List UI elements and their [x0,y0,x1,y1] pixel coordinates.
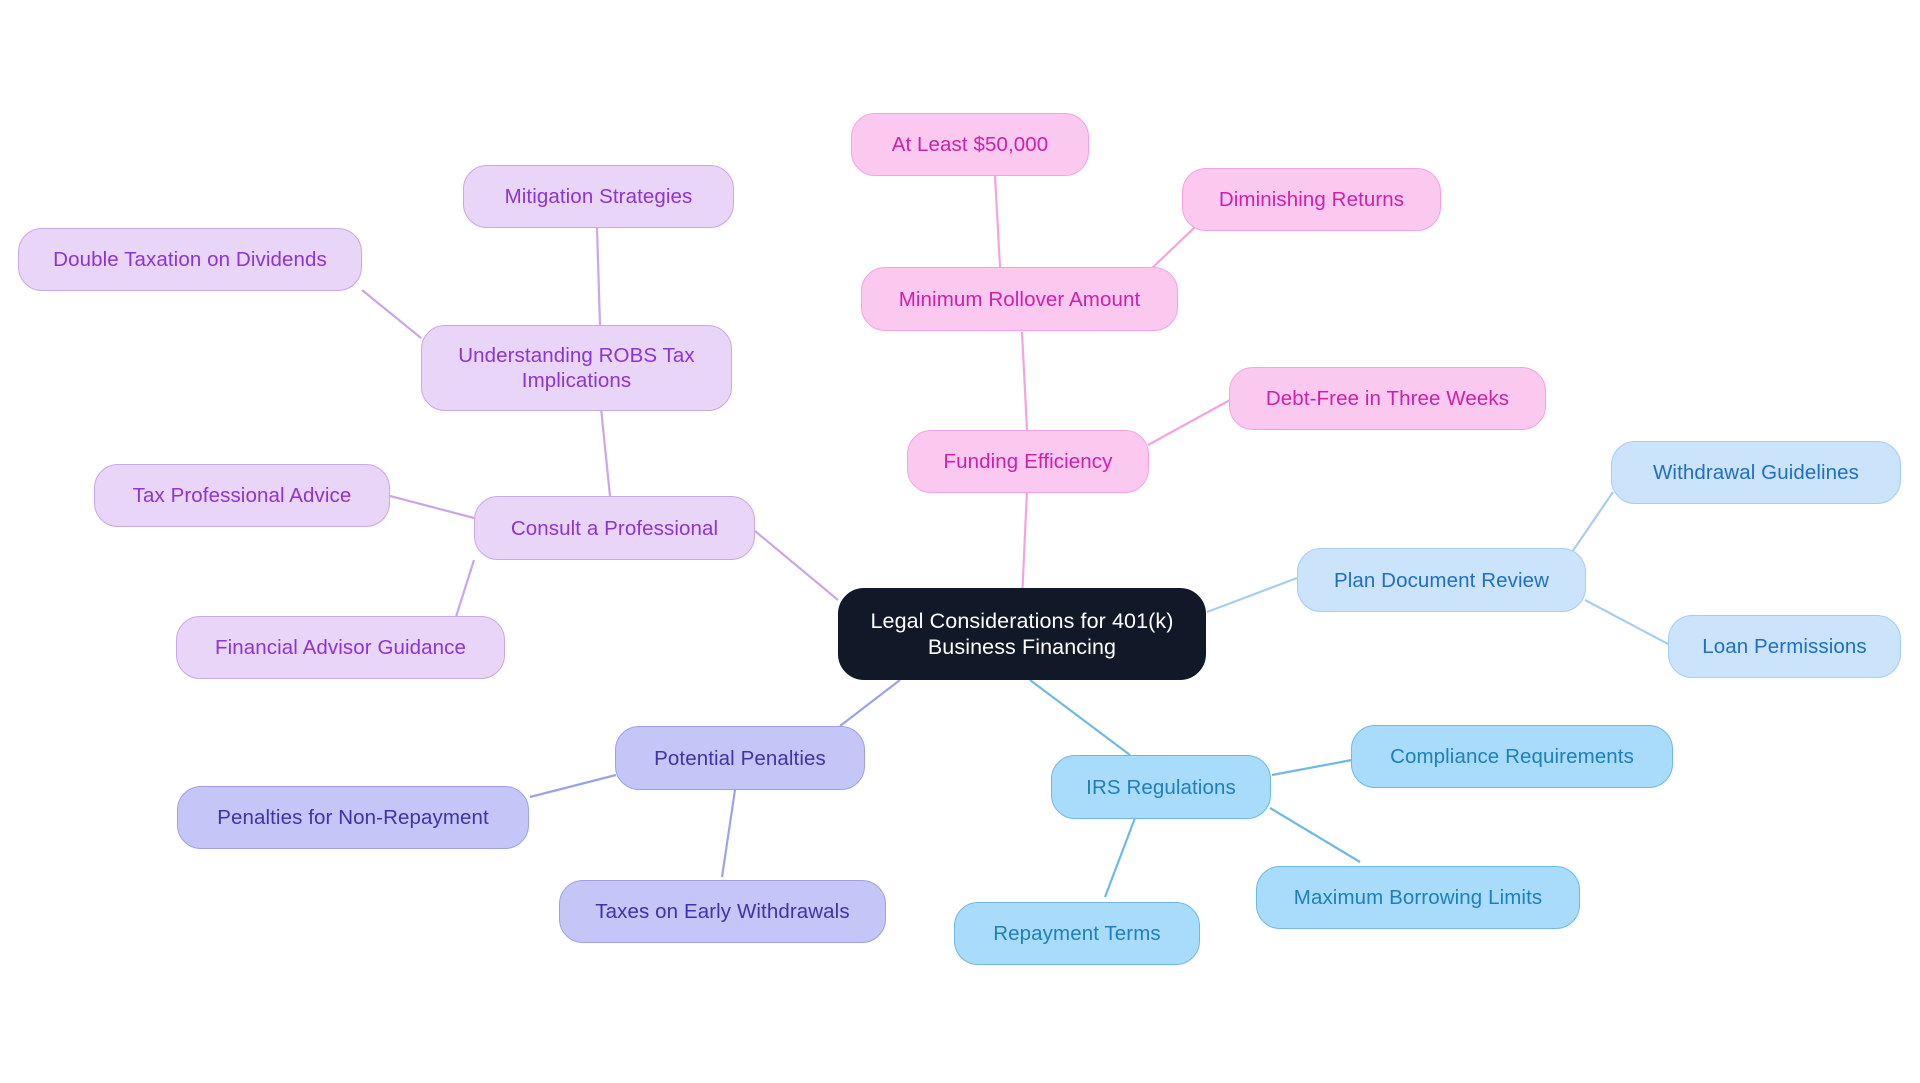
node-financial-advisor-guidance[interactable]: Financial Advisor Guidance [176,616,505,679]
node-mitigation-strategies[interactable]: Mitigation Strategies [463,165,734,228]
node-irs-regulations[interactable]: IRS Regulations [1051,755,1271,819]
node-double-taxation-on-dividends[interactable]: Double Taxation on Dividends [18,228,362,291]
node-at-least-50000[interactable]: At Least $50,000 [851,113,1089,176]
root-node[interactable]: Legal Considerations for 401(k) Business… [838,588,1206,680]
node-taxes-on-early-withdrawals[interactable]: Taxes on Early Withdrawals [559,880,886,943]
node-diminishing-returns[interactable]: Diminishing Returns [1182,168,1441,231]
node-withdrawal-guidelines[interactable]: Withdrawal Guidelines [1611,441,1901,504]
node-consult-a-professional[interactable]: Consult a Professional [474,496,755,560]
node-compliance-requirements[interactable]: Compliance Requirements [1351,725,1673,788]
node-penalties-for-non-repayment[interactable]: Penalties for Non-Repayment [177,786,529,849]
node-maximum-borrowing-limits[interactable]: Maximum Borrowing Limits [1256,866,1580,929]
node-minimum-rollover-amount[interactable]: Minimum Rollover Amount [861,267,1178,331]
mindmap-canvas: Legal Considerations for 401(k) Business… [0,0,1920,1083]
node-potential-penalties[interactable]: Potential Penalties [615,726,865,790]
node-plan-document-review[interactable]: Plan Document Review [1297,548,1586,612]
node-tax-professional-advice[interactable]: Tax Professional Advice [94,464,390,527]
node-funding-efficiency[interactable]: Funding Efficiency [907,430,1149,493]
node-debt-free-in-three-weeks[interactable]: Debt-Free in Three Weeks [1229,367,1546,430]
node-loan-permissions[interactable]: Loan Permissions [1668,615,1901,678]
node-repayment-terms[interactable]: Repayment Terms [954,902,1200,965]
node-understanding-robs-tax-implications[interactable]: Understanding ROBS Tax Implications [421,325,732,411]
